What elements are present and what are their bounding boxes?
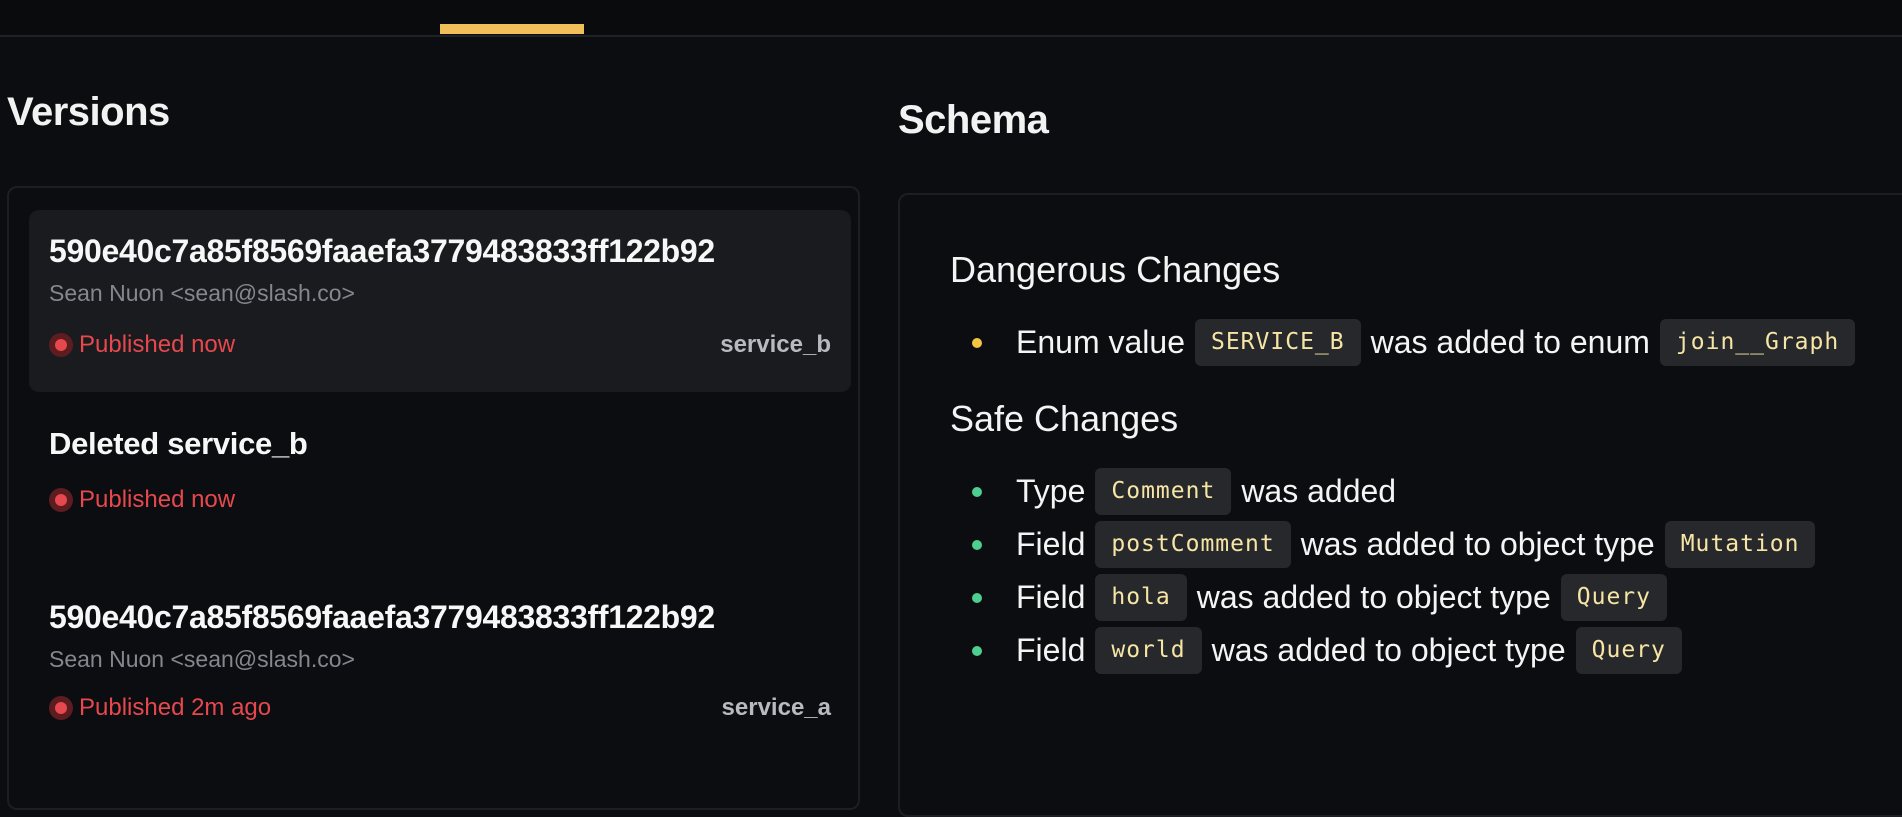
change-text: Enum value [1016, 324, 1185, 360]
version-hash: Deleted service_b [49, 426, 308, 461]
code-badge: Query [1575, 627, 1682, 674]
schema-heading: Schema [898, 98, 1049, 142]
code-badge: SERVICE_B [1194, 319, 1361, 366]
change-text: was added [1241, 473, 1397, 509]
safe-bullet-icon [972, 645, 982, 656]
version-item[interactable]: Deleted service_b Published now [29, 394, 851, 554]
change-text: Field [1016, 579, 1086, 615]
change-text: was added to object type [1211, 632, 1566, 668]
versions-heading: Versions [7, 90, 170, 134]
change-text: Type [1016, 473, 1086, 509]
safe-change-item: Type Comment was added [972, 468, 1396, 515]
version-author: Sean Nuon <sean@slash.co> [49, 646, 355, 672]
safe-bullet-icon [972, 539, 982, 550]
safe-change-item: Field postComment was added to object ty… [972, 521, 1825, 568]
change-text: was added to enum [1370, 324, 1650, 360]
status-dot-icon [49, 696, 73, 720]
version-hash: 590e40c7a85f8569faaefa3779483833ff122b92 [49, 599, 715, 635]
code-badge: Mutation [1664, 521, 1816, 568]
version-service: service_b [720, 331, 831, 358]
version-status-label: Published now [79, 331, 236, 358]
version-status-label: Published now [79, 486, 236, 513]
version-status: Published 2m ago [49, 694, 271, 722]
safe-bullet-icon [972, 592, 982, 603]
dangerous-change-item: Enum value SERVICE_B was added to enum j… [972, 319, 1865, 366]
safe-change-item: Field world was added to object type Que… [972, 627, 1692, 674]
top-navigation-bar [0, 0, 1902, 37]
change-text: Field [1016, 526, 1086, 562]
safe-change-item: Field hola was added to object type Quer… [972, 574, 1677, 621]
change-text: Field [1016, 632, 1086, 668]
version-status: Published now [49, 486, 235, 514]
version-status: Published now [49, 331, 235, 359]
change-text: was added to object type [1196, 579, 1551, 615]
code-badge: postComment [1095, 521, 1291, 568]
schema-changes-panel: Dangerous Changes Enum value SERVICE_B w… [898, 193, 1902, 817]
safe-changes-heading: Safe Changes [950, 398, 1179, 439]
version-item[interactable]: 590e40c7a85f8569faaefa3779483833ff122b92… [29, 580, 851, 780]
code-badge: join__Graph [1659, 319, 1856, 366]
safe-bullet-icon [972, 486, 982, 497]
change-text: was added to object type [1300, 526, 1655, 562]
code-badge: Query [1560, 574, 1668, 621]
code-badge: world [1095, 627, 1202, 674]
code-badge: hola [1095, 574, 1187, 621]
active-tab-indicator [440, 24, 584, 34]
code-badge: Comment [1095, 468, 1232, 515]
status-dot-icon [49, 488, 73, 512]
warning-bullet-icon [972, 337, 982, 348]
version-author: Sean Nuon <sean@slash.co> [49, 280, 355, 306]
version-hash: 590e40c7a85f8569faaefa3779483833ff122b92 [49, 233, 715, 269]
dangerous-changes-heading: Dangerous Changes [950, 249, 1281, 290]
status-dot-icon [49, 333, 73, 357]
version-service: service_a [721, 694, 831, 721]
version-status-label: Published 2m ago [79, 694, 272, 721]
version-item[interactable]: 590e40c7a85f8569faaefa3779483833ff122b92… [29, 210, 851, 392]
versions-list: 590e40c7a85f8569faaefa3779483833ff122b92… [7, 186, 860, 810]
